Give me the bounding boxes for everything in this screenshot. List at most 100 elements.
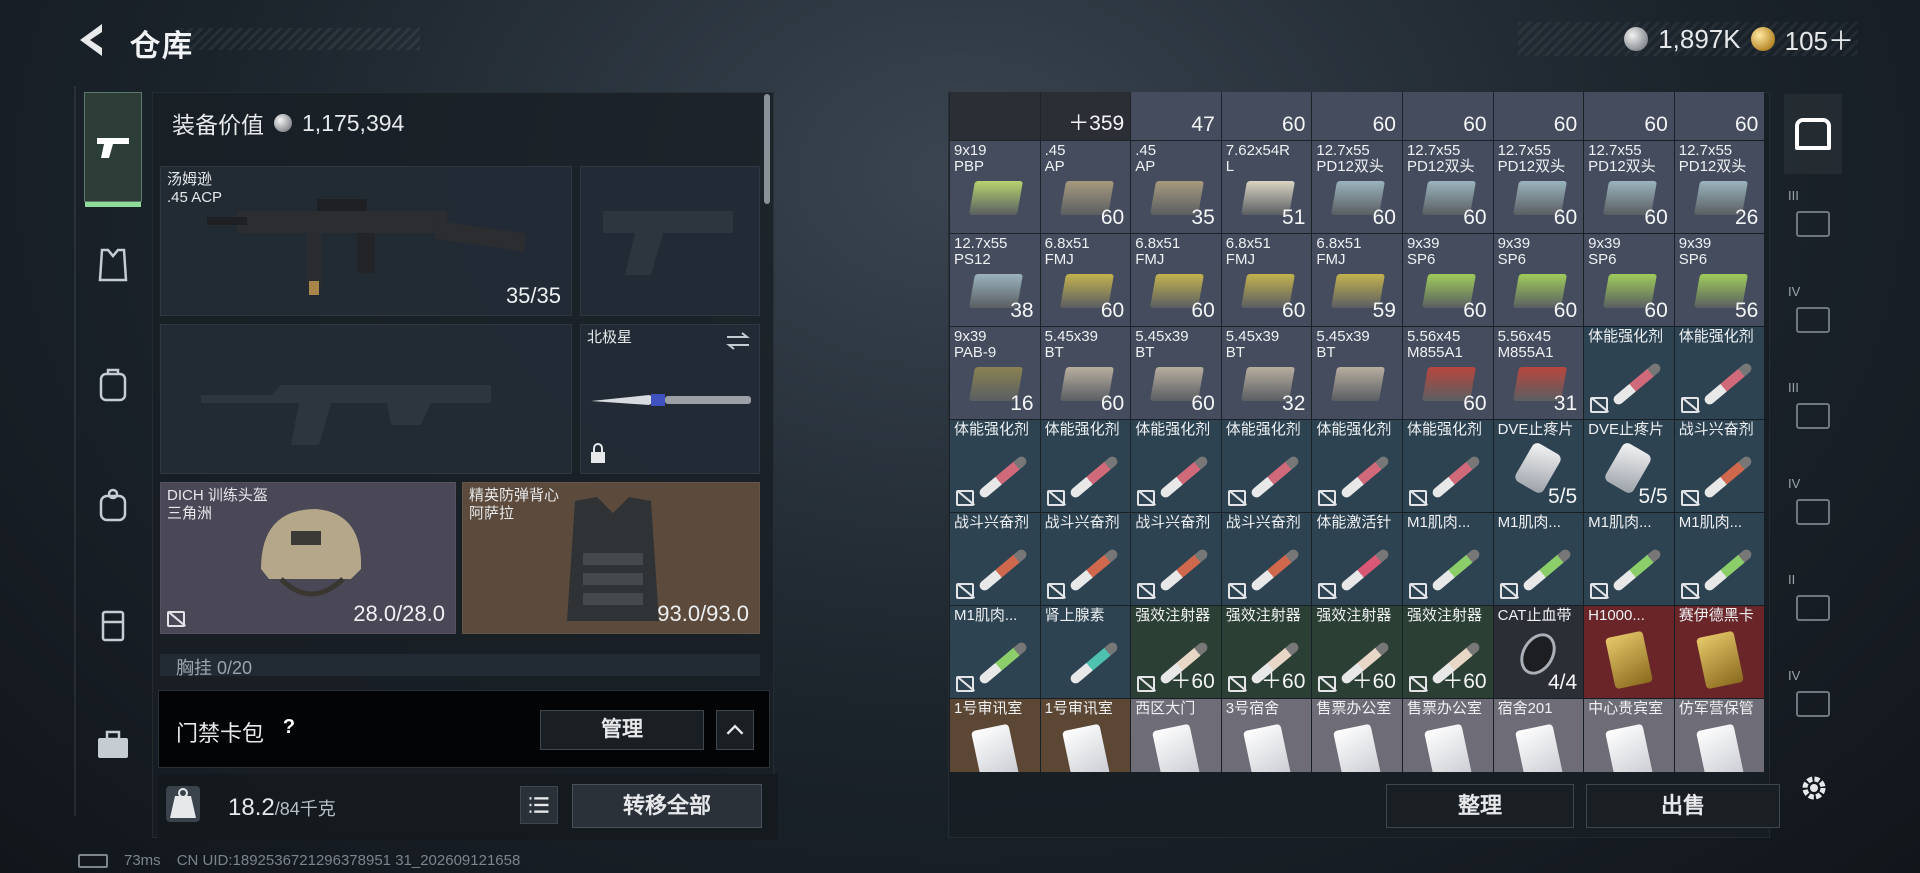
warehouse-item[interactable]: .45 AP 35	[1131, 141, 1221, 233]
rail-item-warehouse[interactable]	[1784, 94, 1842, 174]
rail-item-storage-tier[interactable]: IV	[1784, 472, 1842, 552]
chest-rig-slot[interactable]: 胸挂 0/20	[160, 654, 760, 678]
warehouse-item[interactable]: 战斗兴奋剂	[1221, 513, 1312, 605]
warehouse-item[interactable]: 9x39 SP6 60	[1493, 234, 1584, 326]
warehouse-item[interactable]: M1肌肉...	[1402, 513, 1493, 605]
swap-icon[interactable]	[725, 331, 751, 351]
warehouse-item[interactable]: 仿军营保管	[1674, 699, 1765, 772]
warehouse-item[interactable]: 12.7x55 PD12双头 60	[1584, 141, 1674, 233]
warehouse-item[interactable]: 6.8x51 FMJ 59	[1312, 234, 1402, 326]
helmet-slot[interactable]: DICH 训练头盔 三角洲 28.0/28.0	[160, 482, 456, 634]
sell-button[interactable]: 出售	[1586, 784, 1780, 828]
warehouse-item[interactable]: 5.45x39 BT	[1312, 327, 1402, 419]
warehouse-item[interactable]: 强效注射器 ＋60	[1312, 606, 1402, 698]
warehouse-item[interactable]: 9x39 SP6 56	[1674, 234, 1765, 326]
warehouse-item[interactable]: 6.8x51 FMJ 60	[1040, 234, 1131, 326]
warehouse-item[interactable]: 9x39 SP6 60	[1584, 234, 1674, 326]
warehouse-item[interactable]: M1肌肉...	[1584, 513, 1674, 605]
warehouse-item[interactable]: ＋359	[1040, 92, 1131, 140]
warehouse-item[interactable]: 肾上腺素	[1040, 606, 1131, 698]
warehouse-item[interactable]: 5.45x39 BT 60	[1131, 327, 1221, 419]
warehouse-item[interactable]: 战斗兴奋剂	[1674, 420, 1765, 512]
collapse-button[interactable]	[716, 710, 754, 750]
rail-item-container[interactable]	[84, 596, 142, 654]
warehouse-item[interactable]: 战斗兴奋剂	[950, 513, 1040, 605]
vest-slot[interactable]: 精英防弹背心 阿萨拉 93.0/93.0	[462, 482, 760, 634]
warehouse-item[interactable]: 5.45x39 BT 60	[1040, 327, 1131, 419]
warehouse-item[interactable]: 60	[1493, 92, 1584, 140]
rail-item-backpack[interactable]	[84, 356, 142, 414]
warehouse-item[interactable]: 体能强化剂	[1402, 420, 1493, 512]
warehouse-item[interactable]	[950, 92, 1040, 140]
warehouse-item[interactable]: 体能强化剂	[1131, 420, 1221, 512]
warehouse-item[interactable]: 12.7x55 PD12双头 60	[1312, 141, 1402, 233]
warehouse-item[interactable]: 60	[1674, 92, 1765, 140]
warehouse-item[interactable]: 宿舍201	[1493, 699, 1584, 772]
warehouse-item[interactable]: 9x39 PAB-9 16	[950, 327, 1040, 419]
help-button[interactable]: ?	[276, 716, 302, 742]
back-button[interactable]	[74, 20, 110, 60]
warehouse-item[interactable]: 12.7x55 PD12双头 26	[1674, 141, 1765, 233]
warehouse-item[interactable]: 9x39 SP6 60	[1402, 234, 1493, 326]
rail-item-storage-tier[interactable]: IV	[1784, 664, 1842, 744]
warehouse-item[interactable]: M1肌肉...	[1493, 513, 1584, 605]
rail-item-armor[interactable]	[84, 236, 142, 294]
warehouse-item[interactable]: 强效注射器 ＋60	[1131, 606, 1221, 698]
warehouse-item[interactable]: 5.45x39 BT 32	[1221, 327, 1312, 419]
warehouse-item[interactable]: 体能强化剂	[950, 420, 1040, 512]
warehouse-item[interactable]: .45 AP 60	[1040, 141, 1131, 233]
gold-currency-value[interactable]: 105＋	[1785, 21, 1854, 58]
warehouse-item[interactable]: 战斗兴奋剂	[1040, 513, 1131, 605]
warehouse-item[interactable]: 60	[1312, 92, 1402, 140]
warehouse-item[interactable]: 5.56x45 M855A1 60	[1402, 327, 1493, 419]
rail-item-storage-tier[interactable]: III	[1784, 376, 1842, 456]
warehouse-item[interactable]: M1肌肉...	[950, 606, 1040, 698]
warehouse-item[interactable]: 60	[1584, 92, 1674, 140]
manage-button[interactable]: 管理	[540, 710, 704, 750]
sort-button[interactable]: 整理	[1386, 784, 1574, 828]
transfer-all-button[interactable]: 转移全部	[572, 784, 762, 828]
warehouse-item[interactable]: 赛伊德黑卡	[1674, 606, 1765, 698]
rail-item-storage-tier[interactable]: III	[1784, 184, 1842, 264]
warehouse-item[interactable]: 中心贵宾室	[1584, 699, 1674, 772]
warehouse-item[interactable]: DVE止疼片 5/5	[1584, 420, 1674, 512]
warehouse-item[interactable]: 体能强化剂	[1312, 420, 1402, 512]
melee-slot[interactable]: 北极星	[580, 324, 760, 474]
warehouse-item[interactable]: 强效注射器 ＋60	[1402, 606, 1493, 698]
warehouse-item[interactable]: 47	[1131, 92, 1221, 140]
warehouse-item[interactable]: 强效注射器 ＋60	[1221, 606, 1312, 698]
warehouse-item[interactable]: CAT止血带 4/4	[1493, 606, 1584, 698]
warehouse-item[interactable]: 1号审讯室	[950, 699, 1040, 772]
rail-item-bag[interactable]	[84, 476, 142, 534]
warehouse-item[interactable]: DVE止疼片 5/5	[1493, 420, 1584, 512]
rail-item-weapons[interactable]	[84, 92, 142, 207]
warehouse-item[interactable]: 售票办公室	[1402, 699, 1493, 772]
warehouse-item[interactable]: 售票办公室	[1312, 699, 1402, 772]
warehouse-item[interactable]: 体能强化剂	[1674, 327, 1765, 419]
warehouse-item[interactable]: 体能强化剂	[1584, 327, 1674, 419]
warehouse-item[interactable]: 60	[1402, 92, 1493, 140]
warehouse-item[interactable]: 西区大门	[1131, 699, 1221, 772]
secondary-rifle-slot[interactable]	[160, 324, 572, 474]
warehouse-item[interactable]: 体能激活针	[1312, 513, 1402, 605]
warehouse-item[interactable]: 12.7x55 PS12 38	[950, 234, 1040, 326]
warehouse-item[interactable]: 12.7x55 PD12双头 60	[1493, 141, 1584, 233]
rail-item-storage-tier[interactable]: II	[1784, 568, 1842, 648]
warehouse-item[interactable]: H1000...	[1584, 606, 1674, 698]
warehouse-item[interactable]: 战斗兴奋剂	[1131, 513, 1221, 605]
warehouse-item[interactable]: 60	[1221, 92, 1312, 140]
warehouse-item[interactable]: 12.7x55 PD12双头 60	[1402, 141, 1493, 233]
warehouse-item[interactable]: 9x19 PBP	[950, 141, 1040, 233]
equipment-scrollbar[interactable]	[764, 94, 770, 204]
warehouse-item[interactable]: 6.8x51 FMJ 60	[1221, 234, 1312, 326]
secondary-weapon-slot[interactable]	[580, 166, 760, 316]
warehouse-item[interactable]: 5.56x45 M855A1 31	[1493, 327, 1584, 419]
warehouse-item[interactable]: 7.62x54R L 51	[1221, 141, 1312, 233]
rail-item-storage-tier[interactable]: IV	[1784, 280, 1842, 360]
warehouse-item[interactable]: 6.8x51 FMJ 60	[1131, 234, 1221, 326]
list-view-button[interactable]	[520, 786, 558, 824]
warehouse-item[interactable]: 3号宿舍	[1221, 699, 1312, 772]
warehouse-item[interactable]: M1肌肉...	[1674, 513, 1765, 605]
settings-button[interactable]	[1796, 770, 1832, 806]
warehouse-item[interactable]: 1号审讯室	[1040, 699, 1131, 772]
